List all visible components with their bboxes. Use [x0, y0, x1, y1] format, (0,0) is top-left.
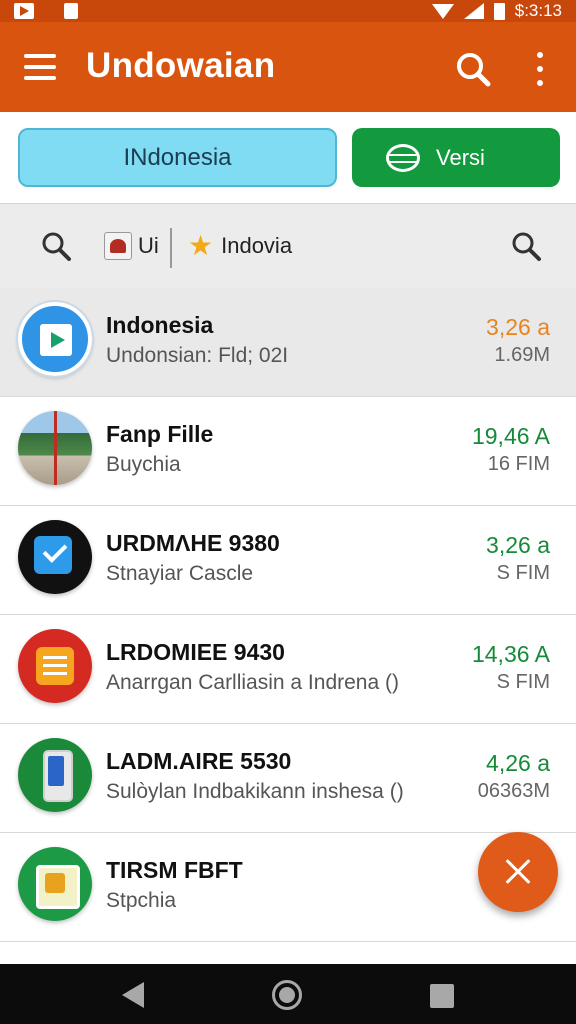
item-title: LRDOMIEE 9430 — [106, 639, 285, 665]
filter-chip-ui[interactable]: Ui — [104, 232, 159, 260]
item-title: URDMΛHE 9380 — [106, 530, 280, 556]
item-rating: 3,26 a — [486, 532, 550, 558]
tab-indonesia[interactable]: INdonesia — [18, 128, 337, 187]
close-fab-button[interactable] — [478, 832, 558, 912]
checkmark-icon — [18, 520, 92, 594]
divider — [170, 228, 172, 268]
battery-icon — [493, 2, 505, 20]
home-icon[interactable] — [272, 980, 302, 1010]
frame-icon — [18, 847, 92, 921]
back-icon[interactable] — [122, 982, 144, 1008]
photo-icon — [18, 411, 92, 485]
search-icon[interactable] — [510, 230, 542, 262]
tab-bar: INdonesia Versi — [0, 112, 576, 204]
search-icon[interactable] — [454, 50, 492, 88]
list-item[interactable]: URDMΛHE 9380 Stnayiar Cascle 3,26 a S FI… — [0, 506, 576, 615]
play-icon — [16, 300, 94, 378]
item-subtitle: Stnayiar Cascle — [106, 562, 254, 585]
item-size: 1.69M — [494, 344, 550, 366]
item-subtitle: Undonsian: Fld; 02I — [106, 344, 289, 367]
item-size: 06363M — [477, 780, 550, 802]
tab-indonesia-label: INdonesia — [123, 143, 232, 171]
item-title: LADM.AIRE 5530 — [106, 748, 292, 774]
list-item[interactable]: Fanp Fille Buychia 19,46 A 16 FIM — [0, 397, 576, 506]
flag-badge-icon — [104, 232, 132, 260]
system-nav-bar — [0, 964, 576, 1024]
item-rating: 4,26 a — [486, 750, 550, 776]
item-subtitle: Anarrgan Carlliasin a Indrena () — [106, 671, 399, 694]
list-item[interactable]: LRDOMIEE 9430 Anarrgan Carlliasin a Indr… — [0, 615, 576, 724]
item-size: 16 FIM — [487, 453, 550, 475]
globe-icon — [386, 143, 420, 172]
filter-chip-indovia[interactable]: ★ Indovia — [188, 232, 292, 260]
item-title: Fanp Fille — [106, 421, 214, 447]
item-subtitle: Buychia — [106, 453, 181, 476]
search-icon[interactable] — [40, 230, 72, 262]
list-item[interactable]: Indonesia Undonsian: Fld; 02I 3,26 a 1.6… — [0, 288, 576, 397]
list-item[interactable]: LADM.AIRE 5530 Sulòylan Indbakikann insh… — [0, 724, 576, 833]
app-bar: Undowaian — [0, 22, 576, 112]
star-icon: ★ — [188, 230, 214, 261]
list-icon — [18, 629, 92, 703]
hamburger-menu-icon[interactable] — [24, 54, 56, 80]
play-store-notification-icon — [14, 3, 34, 19]
filter-chip-ui-label: Ui — [138, 233, 159, 258]
item-subtitle: Stpchia — [106, 889, 177, 912]
more-options-icon[interactable] — [528, 52, 552, 86]
filter-row: Ui ★ Indovia — [0, 204, 576, 288]
tab-versi-label: Versi — [436, 144, 485, 170]
status-bar: $:3:13 — [0, 0, 576, 22]
item-rating: 14,36 A — [471, 641, 550, 667]
item-title: TIRSM FBFT — [106, 857, 243, 883]
item-title: Indonesia — [106, 312, 214, 338]
item-size: S FIM — [496, 562, 550, 584]
item-size: S FIM — [496, 671, 550, 693]
item-rating: 19,46 A — [471, 423, 550, 449]
recents-icon[interactable] — [430, 984, 454, 1008]
app-title: Undowaian — [86, 46, 276, 85]
tab-versi[interactable]: Versi — [352, 128, 560, 187]
item-rating: 3,26 a — [486, 314, 550, 340]
wifi-icon — [431, 3, 454, 19]
phone-icon — [18, 738, 92, 812]
shopping-bag-notification-icon — [64, 3, 78, 19]
filter-chip-indovia-label: Indovia — [221, 233, 293, 258]
signal-icon — [463, 3, 484, 19]
status-time: $:3:13 — [514, 1, 562, 20]
item-subtitle: Sulòylan Indbakikann inshesa () — [106, 780, 404, 803]
